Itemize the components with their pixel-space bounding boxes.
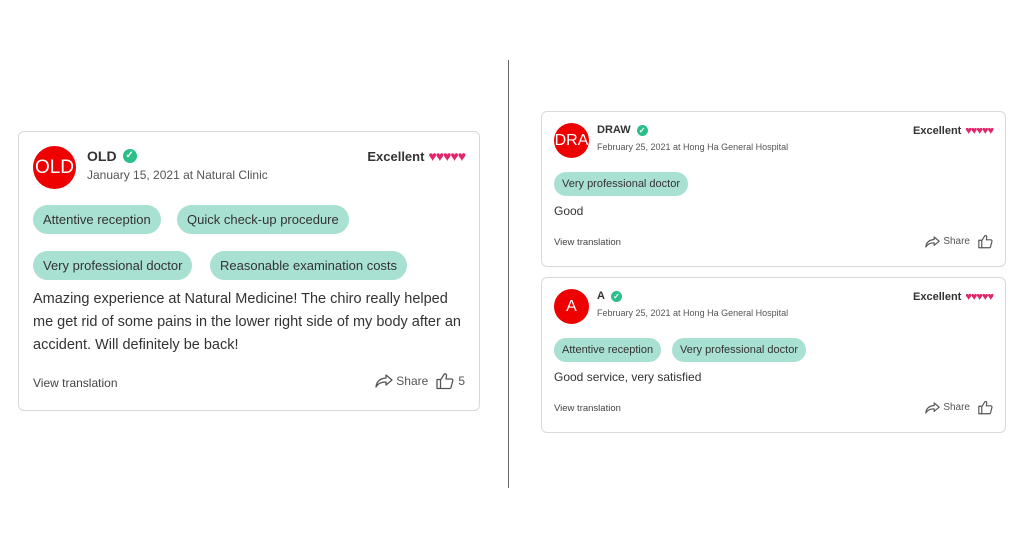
- rating: Excellent ♥♥♥♥♥: [913, 125, 994, 137]
- hearts-icon: ♥♥♥♥♥: [965, 291, 994, 303]
- reviewer-name-text: OLD: [87, 148, 117, 164]
- share-button[interactable]: Share: [925, 235, 970, 248]
- review-actions: Share: [925, 400, 993, 415]
- verified-check-icon: ✓: [122, 149, 137, 163]
- reviewer-name-text: A: [597, 290, 605, 302]
- share-icon: [925, 235, 941, 248]
- reviewer-name: A ✓: [597, 290, 622, 302]
- tag-reasonable-costs: Reasonable examination costs: [210, 251, 408, 280]
- thumbs-up-icon: [436, 373, 454, 390]
- avatar: DRA: [554, 123, 589, 158]
- verified-check-icon: ✓: [610, 290, 622, 302]
- vertical-divider: [508, 60, 509, 488]
- view-translation-link[interactable]: View translation: [554, 237, 621, 248]
- review-card-draw: DRA DRAW ✓ February 25, 2021 at Hong Ha …: [541, 111, 1006, 267]
- share-label: Share: [396, 374, 429, 388]
- tag-very-professional-doctor: Very professional doctor: [672, 338, 807, 362]
- share-icon: [375, 374, 393, 388]
- like-button[interactable]: 5: [436, 372, 465, 390]
- reviewer-name-text: DRAW: [597, 124, 631, 136]
- rating-label: Excellent: [913, 125, 962, 137]
- rating-label: Excellent: [367, 148, 425, 164]
- share-label: Share: [943, 236, 970, 247]
- review-text: Good service, very satisfied: [554, 370, 702, 384]
- review-text: Amazing experience at Natural Medicine! …: [33, 291, 461, 353]
- rating: Excellent ♥♥♥♥♥: [913, 291, 994, 303]
- review-card-a: A A ✓ February 25, 2021 at Hong Ha Gener…: [541, 277, 1006, 433]
- review-actions: Share: [925, 234, 993, 249]
- share-label: Share: [943, 402, 970, 413]
- share-button[interactable]: Share: [375, 374, 428, 388]
- tag-attentive-reception: Attentive reception: [33, 205, 161, 234]
- share-button[interactable]: Share: [925, 401, 970, 414]
- hearts-icon: ♥♥♥♥♥: [965, 125, 994, 137]
- verified-check-icon: ✓: [636, 124, 648, 136]
- share-icon: [925, 401, 941, 414]
- thumbs-up-icon: [978, 400, 993, 415]
- rating: Excellent ♥♥♥♥♥: [367, 148, 466, 164]
- review-card-old: OLD OLD ✓ January 15, 2021 at Natural Cl…: [18, 131, 480, 411]
- tag-very-professional-doctor: Very professional doctor: [554, 172, 689, 196]
- tag-attentive-reception: Attentive reception: [554, 338, 662, 362]
- avatar: OLD: [33, 146, 76, 189]
- review-actions: Share 5: [375, 372, 465, 390]
- reviewer-name: OLD ✓: [87, 148, 137, 164]
- hearts-icon: ♥♥♥♥♥: [428, 148, 466, 164]
- view-translation-link[interactable]: View translation: [33, 376, 118, 390]
- reviewer-name: DRAW ✓: [597, 124, 648, 136]
- review-meta: January 15, 2021 at Natural Clinic: [87, 168, 268, 182]
- rating-label: Excellent: [913, 291, 962, 303]
- avatar: A: [554, 289, 589, 324]
- like-count: 5: [458, 374, 465, 388]
- tag-quick-check-up: Quick check-up procedure: [177, 205, 349, 234]
- thumbs-up-icon: [978, 234, 993, 249]
- like-button[interactable]: [978, 400, 993, 415]
- tag-very-professional-doctor: Very professional doctor: [33, 251, 193, 280]
- review-meta: February 25, 2021 at Hong Ha General Hos…: [597, 142, 789, 152]
- like-button[interactable]: [978, 234, 993, 249]
- view-translation-link[interactable]: View translation: [554, 403, 621, 414]
- review-text: Good: [554, 204, 584, 218]
- review-meta: February 25, 2021 at Hong Ha General Hos…: [597, 308, 789, 318]
